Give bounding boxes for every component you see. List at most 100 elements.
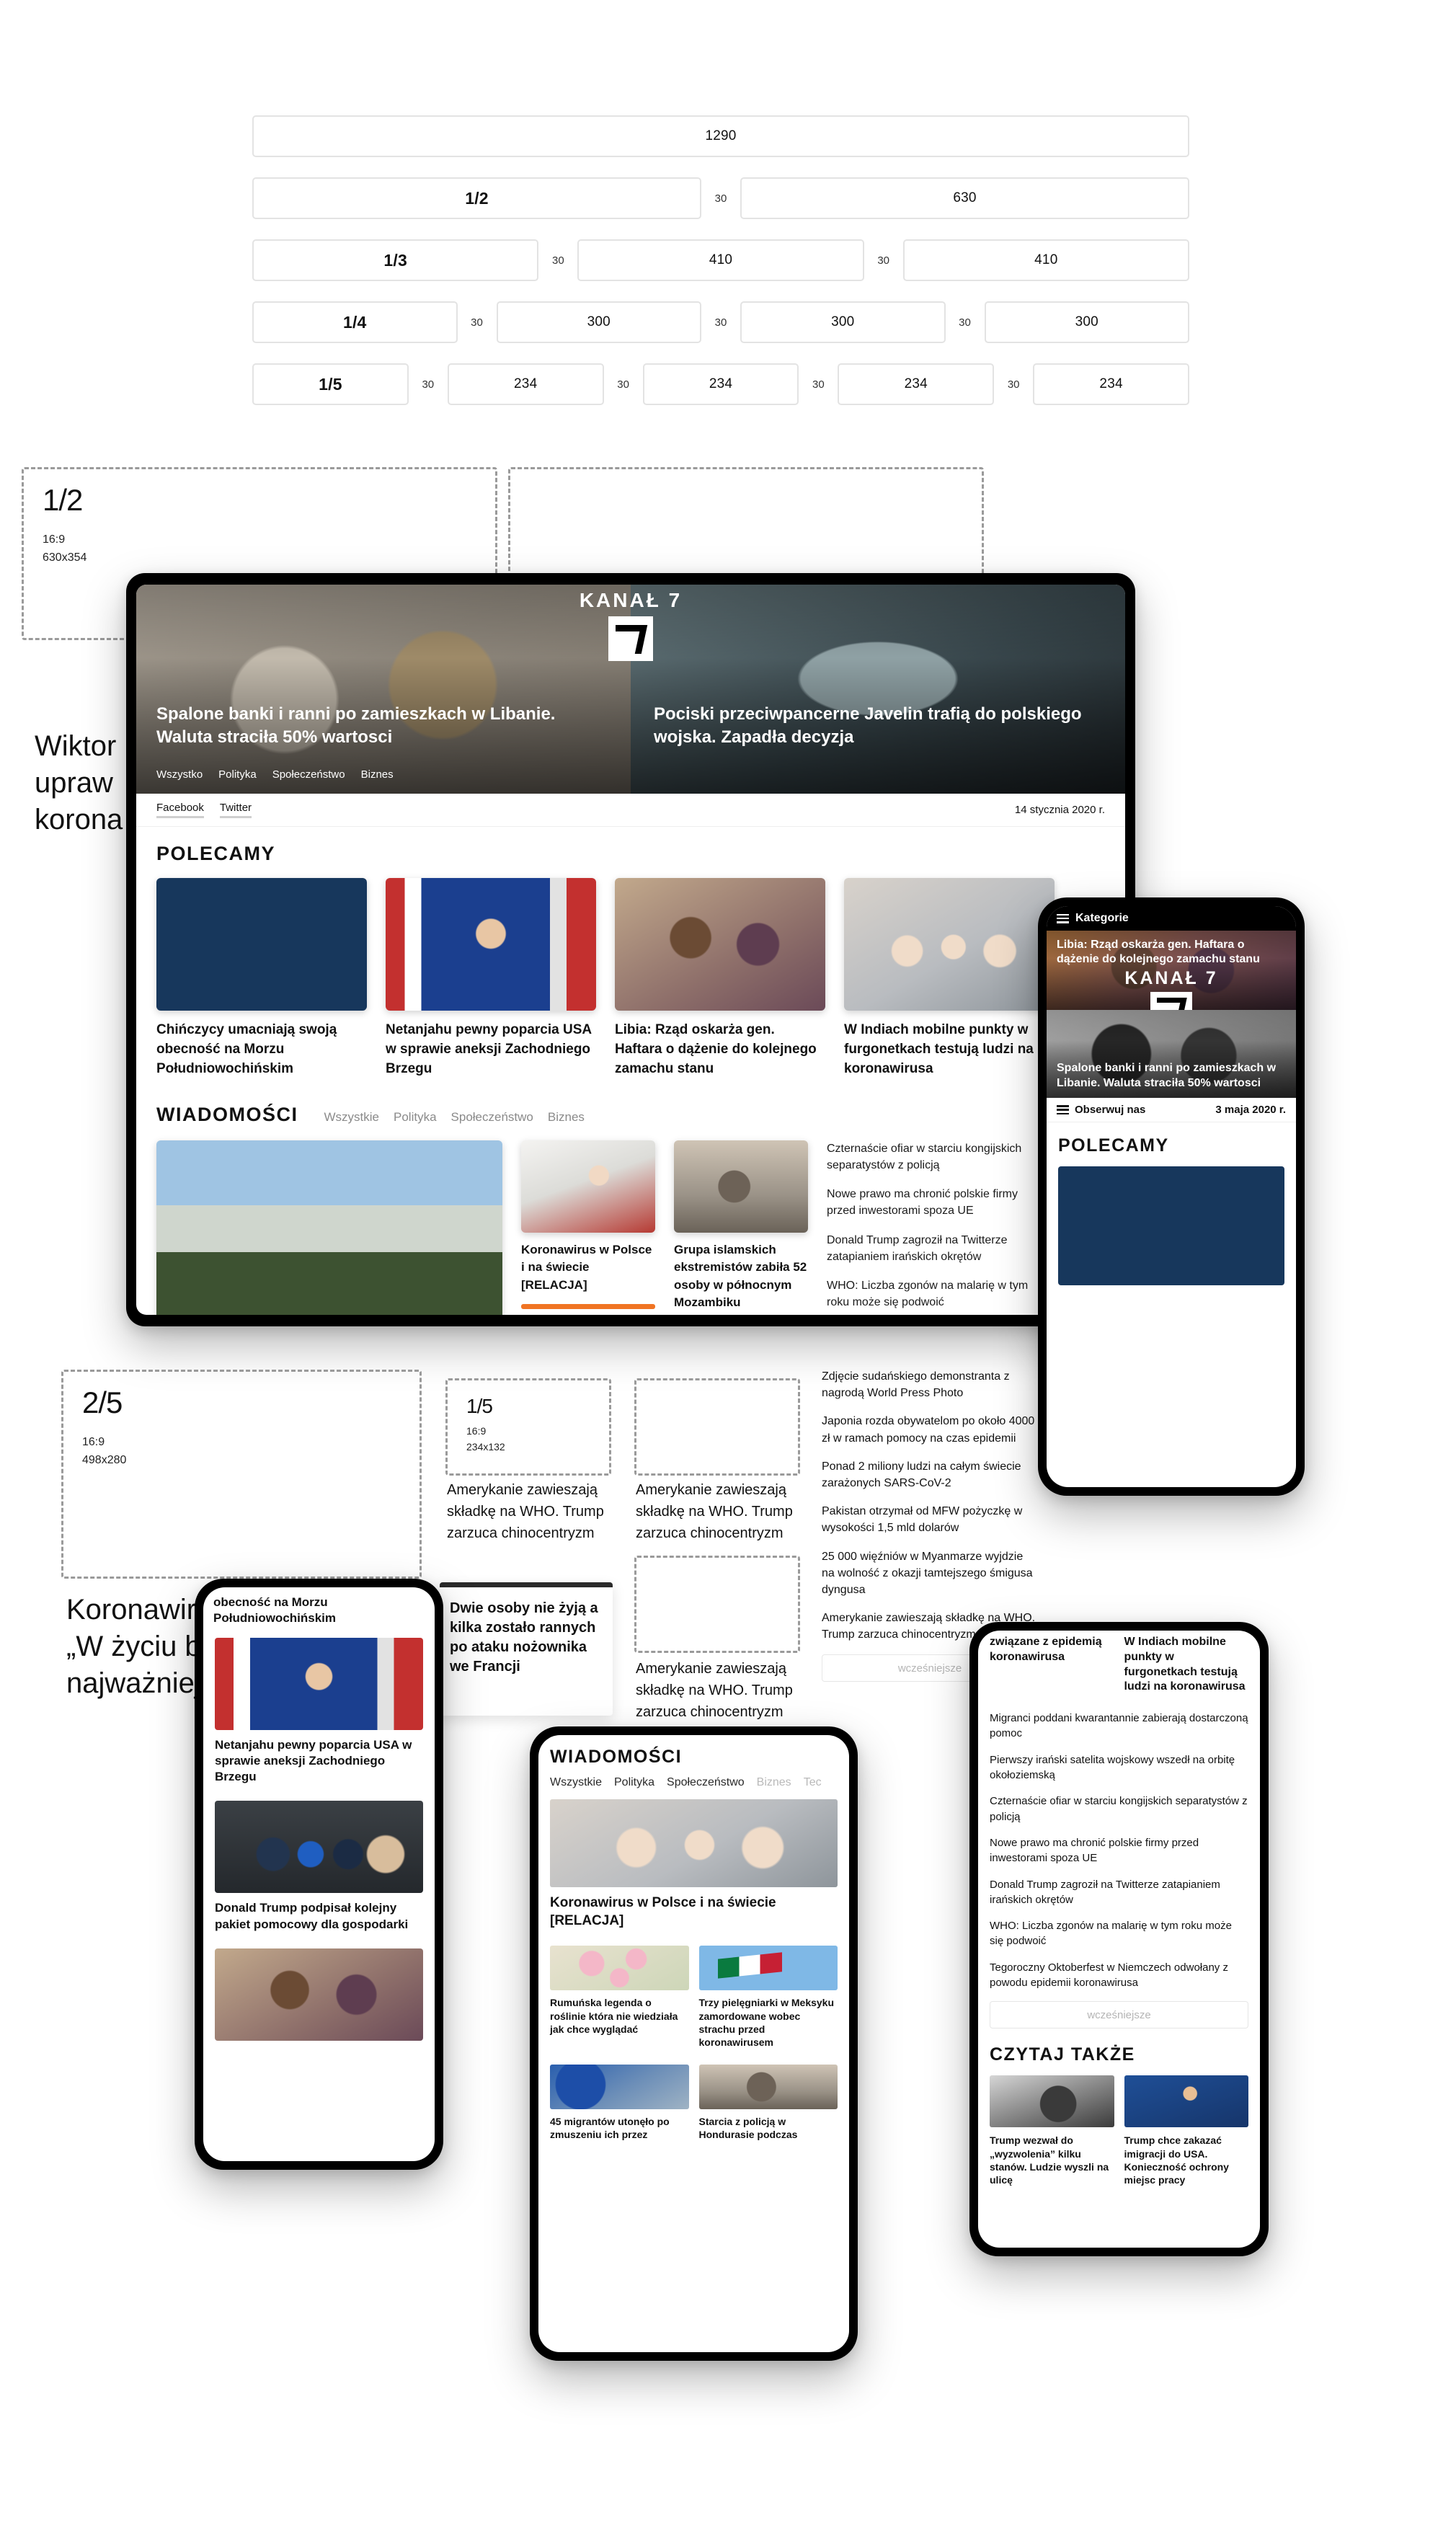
list-item[interactable]: Czternaście ofiar w starciu kongijskich …: [827, 1140, 1043, 1174]
card-thumbnail-carrier[interactable]: [1058, 1166, 1284, 1285]
overlay-card-dwie-osoby[interactable]: Dwie osoby nie żyją a kilka zostało rann…: [440, 1582, 613, 1716]
phone-1-hero-top[interactable]: Libia: Rząd oskarża gen. Haftara o dążen…: [1047, 931, 1296, 1010]
list-item[interactable]: Donald Trump zagroził na Twitterze zatap…: [827, 1232, 1043, 1265]
card-thumbnail-riot: [990, 2075, 1114, 2128]
phone-1-hero-bottom[interactable]: Spalone banki i ranni po zamieszkach w L…: [1047, 1010, 1296, 1098]
wiadomosci-card[interactable]: Koronawirus w Polsce i na świecie [RELAC…: [521, 1140, 655, 1315]
tab-biznes[interactable]: Biznes: [548, 1110, 585, 1125]
nav-item-polityka[interactable]: Polityka: [218, 768, 257, 781]
tab-tech[interactable]: Tec: [804, 1776, 822, 1789]
list-item[interactable]: Tegoroczny Oktoberfest w Niemczech odwoł…: [990, 1960, 1248, 1991]
top-card-title-2[interactable]: W Indiach mobilne punkty w furgonetkach …: [1124, 1635, 1249, 1695]
nav-item-biznes[interactable]: Biznes: [361, 768, 394, 781]
tab-wszystkie[interactable]: Wszystkie: [324, 1110, 380, 1125]
placeholder-box-1-5: 1/5 16:9 234x132: [445, 1378, 611, 1476]
gutter-label: 30: [877, 254, 889, 267]
gutter-label: 30: [1007, 378, 1020, 391]
hero-right-title: Pociski przeciwpancerne Javelin trafią d…: [654, 704, 1082, 747]
gutter-label: 30: [714, 192, 727, 205]
nav-item-wszystko[interactable]: Wszystko: [156, 768, 203, 781]
list-item[interactable]: Japonia rozda obywatelom po około 4000 z…: [822, 1413, 1038, 1446]
phone-4-card[interactable]: Trump wezwał do „wyzwolenia” kilku stanó…: [990, 2075, 1114, 2186]
card-thumbnail-netanjahu: [215, 1638, 423, 1731]
phone-1-body: [1047, 1156, 1296, 1285]
list-item[interactable]: WHO: Liczba zgonów na malarię w tym roku…: [827, 1277, 1043, 1311]
phone-4-screen: związane z epidemią koronawirusa W India…: [978, 1631, 1260, 2248]
phone-3-card[interactable]: Trzy pielęgniarki w Meksyku zamordowane …: [698, 1946, 838, 2049]
phone-3-tabs[interactable]: Wszystkie Polityka Społeczeństwo Biznes …: [538, 1768, 849, 1789]
phone-3-card[interactable]: 45 migrantów utonęło po zmuszeniu ich pr…: [550, 2065, 689, 2141]
phone-device-4: związane z epidemią koronawirusa W India…: [969, 1622, 1269, 2256]
tab-polityka[interactable]: Polityka: [614, 1776, 654, 1789]
hero-nav[interactable]: Wszystko Polityka Społeczeństwo Biznes: [156, 768, 394, 781]
tab-polityka[interactable]: Polityka: [394, 1110, 437, 1125]
list-item[interactable]: Ponad 2 miliony ludzi na całym świecie z…: [822, 1458, 1038, 1491]
list-item[interactable]: Czternaście ofiar w starciu kongijskich …: [990, 1793, 1248, 1824]
obserwuj-nas-link[interactable]: Obserwuj nas: [1057, 1104, 1145, 1116]
list-item[interactable]: Donald Trump zagroził na Twitterze zatap…: [990, 1877, 1248, 1908]
card-title: Starcia z policją w Hondurasie podczas: [698, 2116, 798, 2141]
list-item[interactable]: Migranci poddani kwarantannie zabierają …: [990, 1711, 1248, 1742]
list-item[interactable]: Zdjęcie sudańskiego demonstranta z nagro…: [822, 1368, 1038, 1401]
card-thumbnail-trump-may: [215, 1801, 423, 1894]
section-heading-wiadomosci: WIADOMOŚCI: [156, 1103, 298, 1125]
placeholder-ratio: 16:9: [43, 533, 66, 546]
laptop-content: POLECAMY Chińczycy umacniają swoją obecn…: [136, 827, 1125, 1315]
phone-1-screen: Kategorie Libia: Rząd oskarża gen. Hafta…: [1047, 906, 1296, 1487]
tab-wszystkie[interactable]: Wszystkie: [550, 1776, 602, 1789]
wiadomosci-card[interactable]: Grupa islamskich ekstremistów zabiła 52 …: [674, 1140, 808, 1315]
placeholder-fraction: 1/2: [43, 483, 83, 517]
phone-2-card[interactable]: Donald Trump podpisał kolejny pakiet pom…: [215, 1801, 423, 1932]
polecamy-card[interactable]: Libia: Rząd oskarża gen. Haftara o dążen…: [615, 878, 825, 1079]
card-thumbnail-flowers: [550, 1946, 689, 1991]
phone-3-card[interactable]: Rumuńska legenda o roślinie która nie wi…: [550, 1946, 689, 2049]
phone-1-topbar[interactable]: Kategorie: [1047, 906, 1296, 931]
list-item[interactable]: Nowe prawo ma chronić polskie firmy prze…: [990, 1835, 1248, 1866]
polecamy-card[interactable]: W Indiach mobilne punkty w furgonetkach …: [844, 878, 1055, 1079]
facebook-link[interactable]: Facebook: [156, 802, 204, 818]
placeholder-size: 630x354: [43, 551, 87, 564]
grid-cell-234-c: 234: [838, 363, 995, 405]
obserwuj-label: Obserwuj nas: [1075, 1104, 1146, 1116]
kanal7-logo-icon: [608, 616, 653, 661]
social-links[interactable]: Facebook Twitter: [156, 802, 252, 818]
phone-3-card[interactable]: Starcia z policją w Hondurasie podczas: [698, 2065, 838, 2141]
tab-biznes[interactable]: Biznes: [757, 1776, 791, 1789]
phone-4-card[interactable]: Trump chce zakazać imigracji do USA. Kon…: [1124, 2075, 1248, 2186]
grid-cell-630: 630: [740, 177, 1189, 219]
twitter-link[interactable]: Twitter: [219, 802, 252, 818]
list-item[interactable]: 25 000 więźniów w Myanmarze wyjdzie na w…: [822, 1548, 1038, 1599]
top-card-title-1[interactable]: związane z epidemią koronawirusa: [990, 1635, 1114, 1695]
phone-4-body: Migranci poddani kwarantannie zabierają …: [978, 1695, 1260, 2029]
nav-item-spoleczenstwo[interactable]: Społeczeństwo: [272, 768, 345, 781]
phone-2-card[interactable]: [215, 1948, 423, 2041]
card-thumbnail-doctor: [521, 1140, 655, 1233]
phone-2-card[interactable]: Netanjahu pewny poparcia USA w sprawie a…: [215, 1638, 423, 1785]
grid-spec-section: 1290 1/2 30 630 1/3 30 410 30 410 1/4 30…: [252, 115, 1189, 425]
card-title: Trump wezwał do „wyzwolenia” kilku stanó…: [990, 2134, 1109, 2186]
polecamy-card[interactable]: Chińczycy umacniają swoją obecność na Mo…: [156, 878, 367, 1079]
placeholder-box-1-5-b: [634, 1378, 800, 1476]
list-item[interactable]: WHO: Liczba zgonów na malarię w tym roku…: [990, 1918, 1248, 1949]
wiadomosci-tabs[interactable]: Wszystkie Polityka Społeczeństwo Biznes: [324, 1110, 585, 1125]
list-item[interactable]: Nowe prawo ma chronić polskie firmy prze…: [827, 1186, 1043, 1219]
tab-spoleczenstwo[interactable]: Społeczeństwo: [451, 1110, 533, 1125]
grid-label-1-3: 1/3: [252, 239, 539, 281]
placeholder-box-2-5: 2/5 16:9 498x280: [61, 1370, 422, 1579]
phone-3-lead-card[interactable]: Koronawirus w Polsce i na świecie [RELAC…: [550, 1799, 838, 1930]
menu-icon[interactable]: [1057, 913, 1069, 923]
list-item[interactable]: Pierwszy irański satelita wojskowy wszed…: [990, 1752, 1248, 1783]
laptop-hero: Spalone banki i ranni po zamieszkach w L…: [136, 585, 1125, 794]
list-item[interactable]: Pakistan otrzymał od MFW pożyczkę w wyso…: [822, 1503, 1038, 1536]
menu-icon[interactable]: [1057, 1105, 1069, 1114]
wczesniejsze-button[interactable]: wcześniejsze: [990, 2001, 1248, 2029]
brand-logo-block: KANAŁ 7: [136, 589, 1125, 661]
phone-4-cards: Trump wezwał do „wyzwolenia” kilku stanó…: [978, 2065, 1260, 2186]
tab-spoleczenstwo[interactable]: Społeczeństwo: [667, 1776, 745, 1789]
placeholder-size: 234x132: [466, 1440, 505, 1453]
phone-4-top-cards: związane z epidemią koronawirusa W India…: [978, 1631, 1260, 1695]
wiadomosci-feature[interactable]: [156, 1140, 502, 1315]
laptop-subbar: Facebook Twitter 14 stycznia 2020 r.: [136, 794, 1125, 827]
polecamy-card[interactable]: Netanjahu pewny poparcia USA w sprawie a…: [386, 878, 596, 1079]
accent-bar: [521, 1304, 655, 1310]
